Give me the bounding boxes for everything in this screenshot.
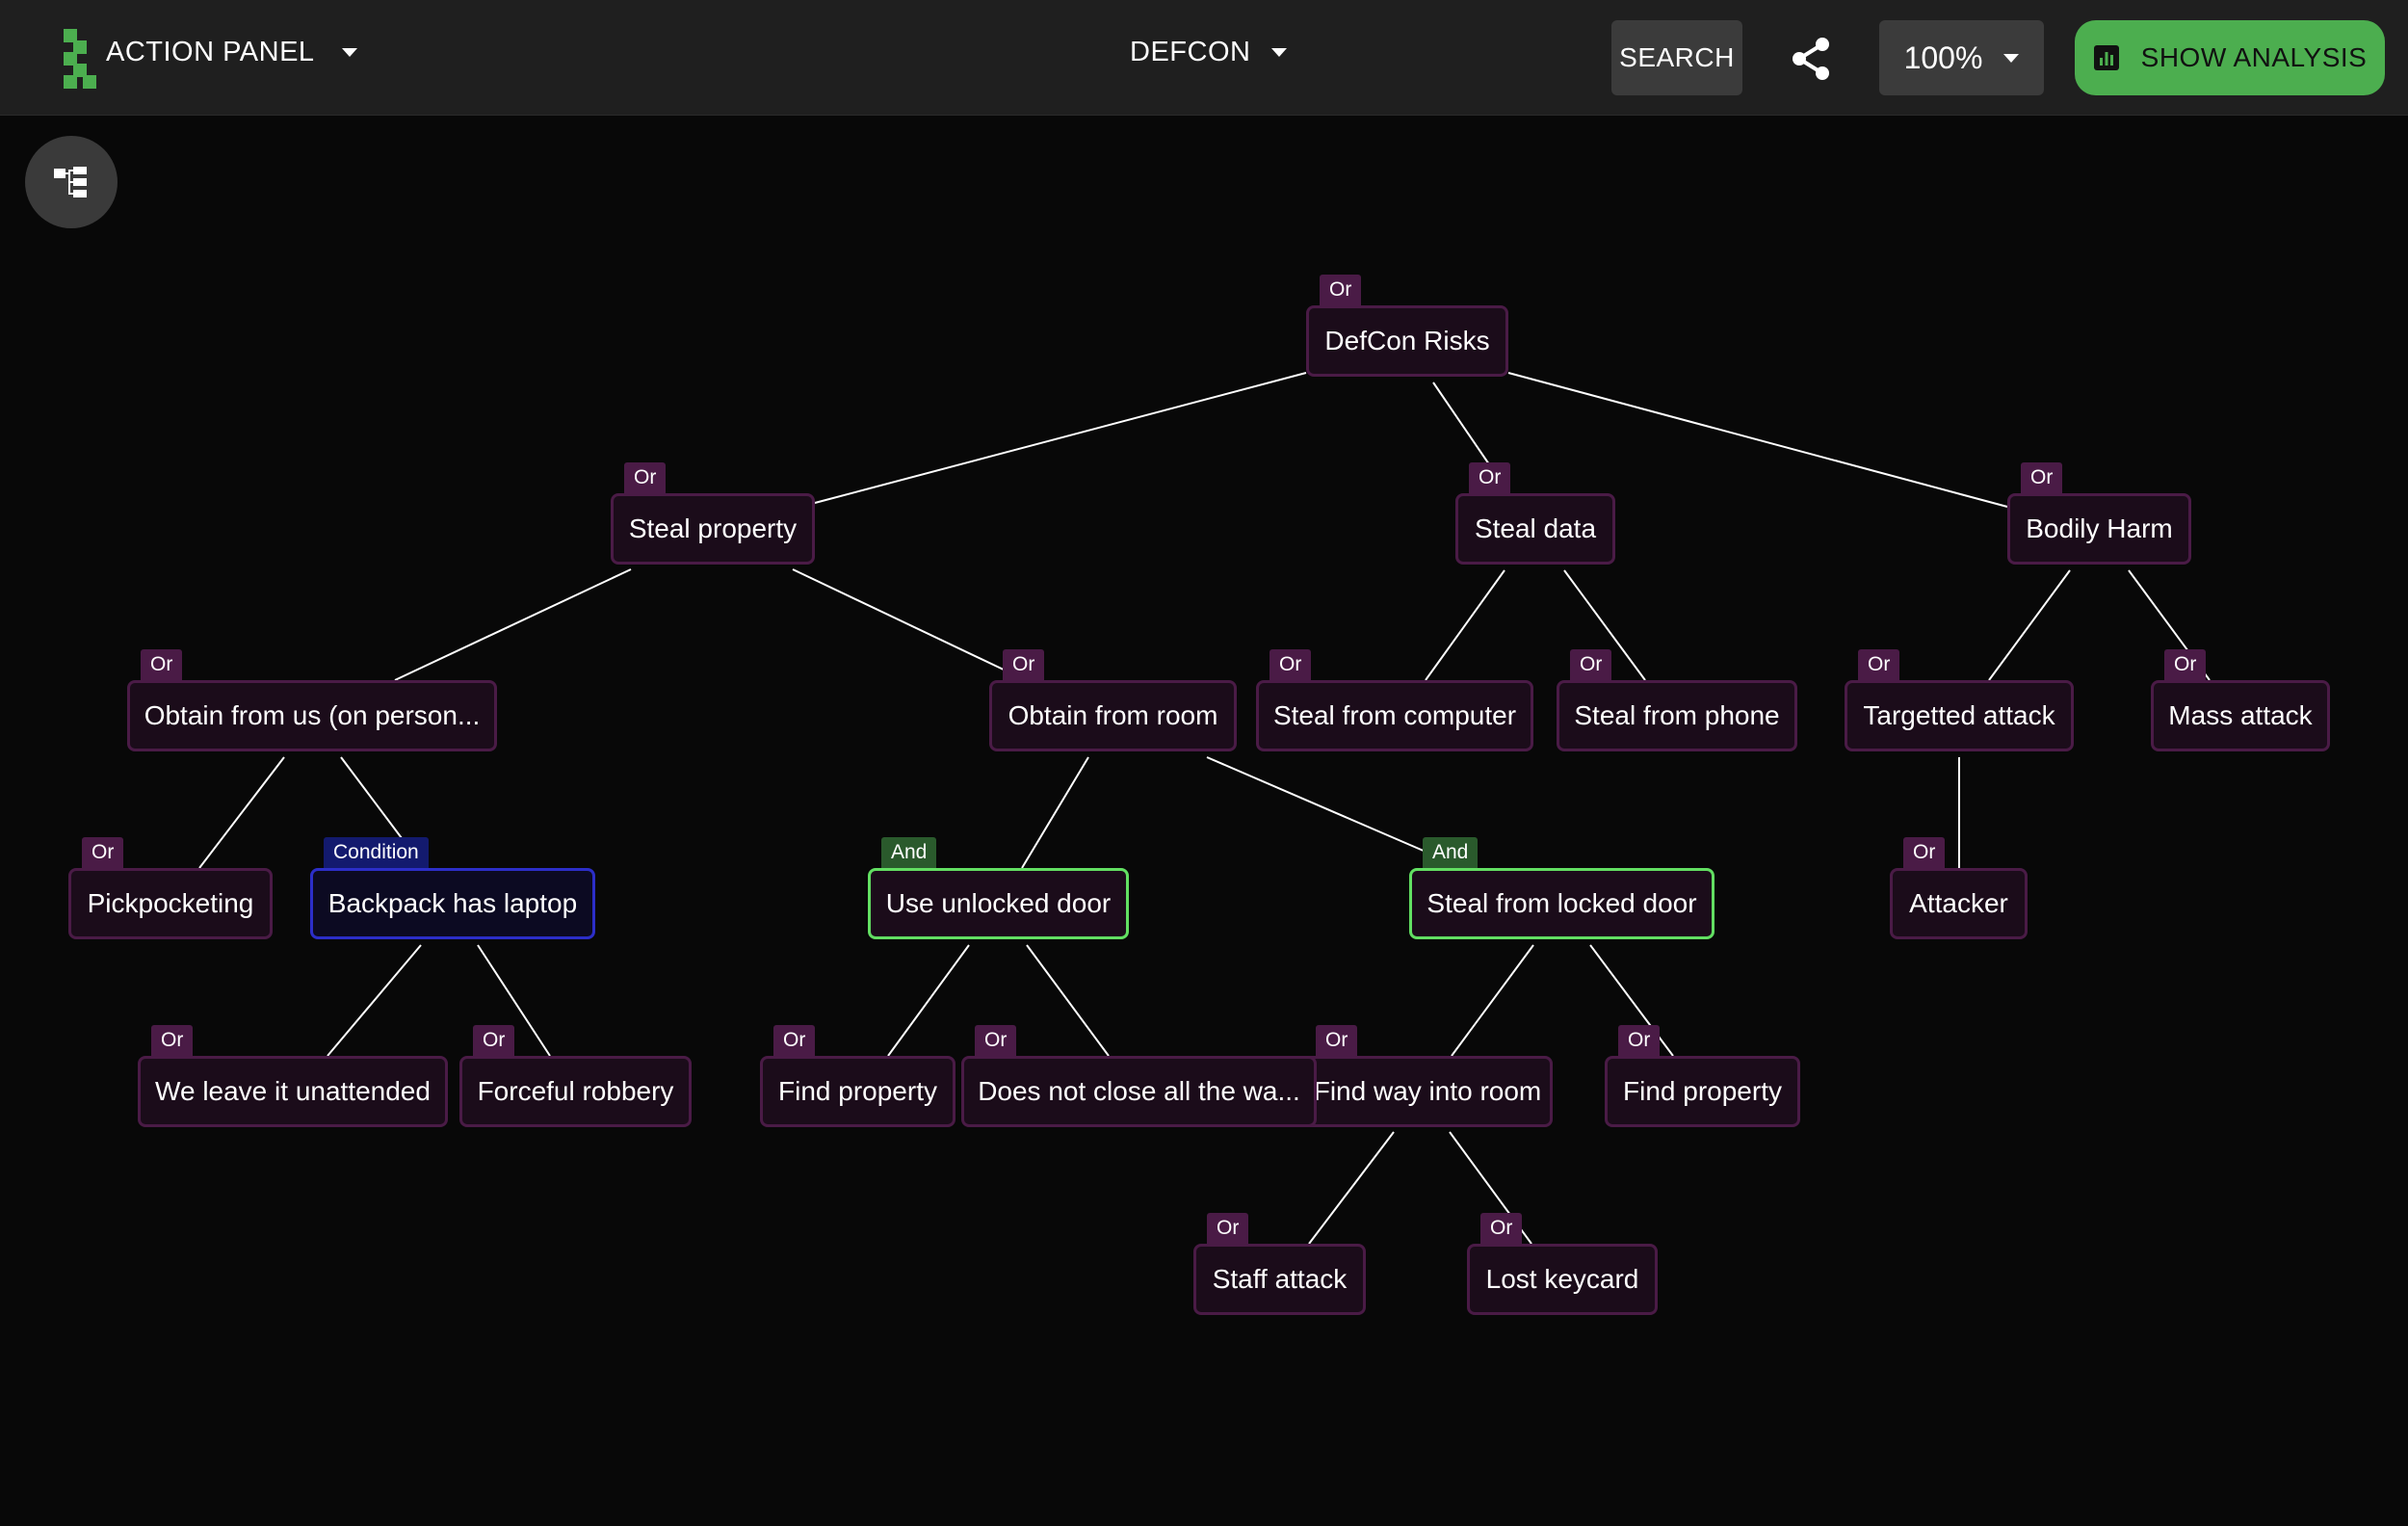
- node-label: Steal from computer: [1272, 700, 1517, 730]
- tree-node-pickpocketing[interactable]: Or Pickpocketing: [68, 837, 273, 939]
- gate-badge: Or: [1269, 649, 1312, 680]
- tree-node-targetted-attack[interactable]: Or Targetted attack: [1845, 649, 2074, 751]
- tree-node-steal-data[interactable]: Or Steal data: [1455, 462, 1615, 565]
- edge: [1021, 756, 1089, 869]
- tree-node-backpack-has-laptop[interactable]: Condition Backpack has laptop: [310, 837, 595, 939]
- node-label: We leave it unattended: [155, 1076, 431, 1106]
- node-label: Targetted attack: [1863, 700, 2055, 730]
- gate-badge: Or: [624, 462, 667, 493]
- tree-node-bodily-harm[interactable]: Or Bodily Harm: [2007, 462, 2191, 565]
- edge: [1507, 372, 2008, 508]
- tree-node-obtain-from-room[interactable]: Or Obtain from room: [989, 649, 1237, 751]
- edge: [394, 568, 632, 681]
- node-label: Find way into room: [1313, 1076, 1542, 1106]
- edge: [1988, 569, 2071, 681]
- tree-node-use-unlocked-door[interactable]: And Use unlocked door: [868, 837, 1129, 939]
- gate-badge: Or: [1903, 837, 1946, 868]
- gate-badge: Or: [1207, 1213, 1249, 1244]
- tree-node-find-way-into-room[interactable]: Or Find way into room: [1302, 1025, 1553, 1127]
- node-label: Find property: [778, 1076, 937, 1106]
- tree-node-attacker[interactable]: Or Attacker: [1890, 837, 2028, 939]
- edge: [814, 372, 1307, 504]
- gate-badge: Or: [1003, 649, 1045, 680]
- gate-badge: Or: [1858, 649, 1900, 680]
- node-label: Backpack has laptop: [327, 888, 578, 918]
- gate-badge: Or: [82, 837, 124, 868]
- tree-node-steal-from-computer[interactable]: Or Steal from computer: [1256, 649, 1533, 751]
- gate-badge: Or: [1480, 1213, 1523, 1244]
- tree-node-defcon-risks[interactable]: Or DefCon Risks: [1306, 275, 1508, 377]
- tree-node-we-leave-it-unattended[interactable]: Or We leave it unattended: [138, 1025, 448, 1127]
- edge: [792, 568, 1008, 672]
- edge: [1425, 569, 1505, 681]
- node-label: DefCon Risks: [1324, 326, 1490, 355]
- node-label: Staff attack: [1212, 1264, 1348, 1294]
- node-label: Mass attack: [2168, 700, 2313, 730]
- gate-badge: Or: [773, 1025, 816, 1056]
- gate-badge: And: [881, 837, 937, 868]
- tree-node-steal-property[interactable]: Or Steal property: [611, 462, 815, 565]
- tree-node-does-not-close[interactable]: Or Does not close all the wa...: [961, 1025, 1317, 1127]
- edge: [887, 944, 970, 1057]
- tree-node-mass-attack[interactable]: Or Mass attack: [2151, 649, 2330, 751]
- edge: [340, 756, 406, 843]
- gate-badge: Or: [141, 649, 183, 680]
- gate-badge: Or: [1618, 1025, 1661, 1056]
- tree-node-forceful-robbery[interactable]: Or Forceful robbery: [459, 1025, 692, 1127]
- node-label: Steal property: [628, 513, 798, 543]
- node-label: Does not close all the wa...: [978, 1076, 1300, 1106]
- edge: [327, 944, 422, 1057]
- node-label: Bodily Harm: [2026, 513, 2173, 543]
- gate-badge: Or: [473, 1025, 515, 1056]
- edge: [1206, 756, 1426, 853]
- tree-node-staff-attack[interactable]: Or Staff attack: [1193, 1213, 1366, 1315]
- node-label: Attacker: [1909, 888, 2008, 918]
- gate-badge: Or: [151, 1025, 194, 1056]
- edge: [1026, 944, 1110, 1057]
- gate-badge: Or: [1316, 1025, 1358, 1056]
- node-label: Use unlocked door: [885, 888, 1112, 918]
- gate-badge: Or: [1570, 649, 1612, 680]
- gate-badge: Or: [975, 1025, 1017, 1056]
- node-label: Lost keycard: [1485, 1264, 1639, 1294]
- gate-badge: Or: [1469, 462, 1511, 493]
- tree-node-find-property[interactable]: Or Find property: [760, 1025, 955, 1127]
- node-label: Obtain from us (on person...: [144, 700, 481, 730]
- node-label: Pickpocketing: [87, 888, 254, 918]
- node-label: Find property: [1623, 1076, 1782, 1106]
- gate-badge: Or: [1320, 275, 1362, 305]
- edge: [1451, 944, 1534, 1057]
- gate-badge: And: [1423, 837, 1479, 868]
- node-label: Forceful robbery: [477, 1076, 674, 1106]
- node-label: Obtain from room: [1008, 700, 1218, 730]
- gate-badge: Or: [2164, 649, 2207, 680]
- gate-badge: Or: [2021, 462, 2063, 493]
- tree-node-lost-keycard[interactable]: Or Lost keycard: [1467, 1213, 1658, 1315]
- gate-badge: Condition: [324, 837, 429, 868]
- edge: [198, 756, 285, 869]
- node-label: Steal from locked door: [1426, 888, 1697, 918]
- tree-node-obtain-from-us[interactable]: Or Obtain from us (on person...: [127, 649, 497, 751]
- tree-node-find-property[interactable]: Or Find property: [1605, 1025, 1800, 1127]
- node-label: Steal from phone: [1574, 700, 1780, 730]
- edge: [1308, 1131, 1395, 1245]
- edge: [1432, 382, 1490, 465]
- tree-node-steal-from-locked-door[interactable]: And Steal from locked door: [1409, 837, 1714, 939]
- tree-node-steal-from-phone[interactable]: Or Steal from phone: [1557, 649, 1797, 751]
- node-label: Steal data: [1474, 513, 1597, 543]
